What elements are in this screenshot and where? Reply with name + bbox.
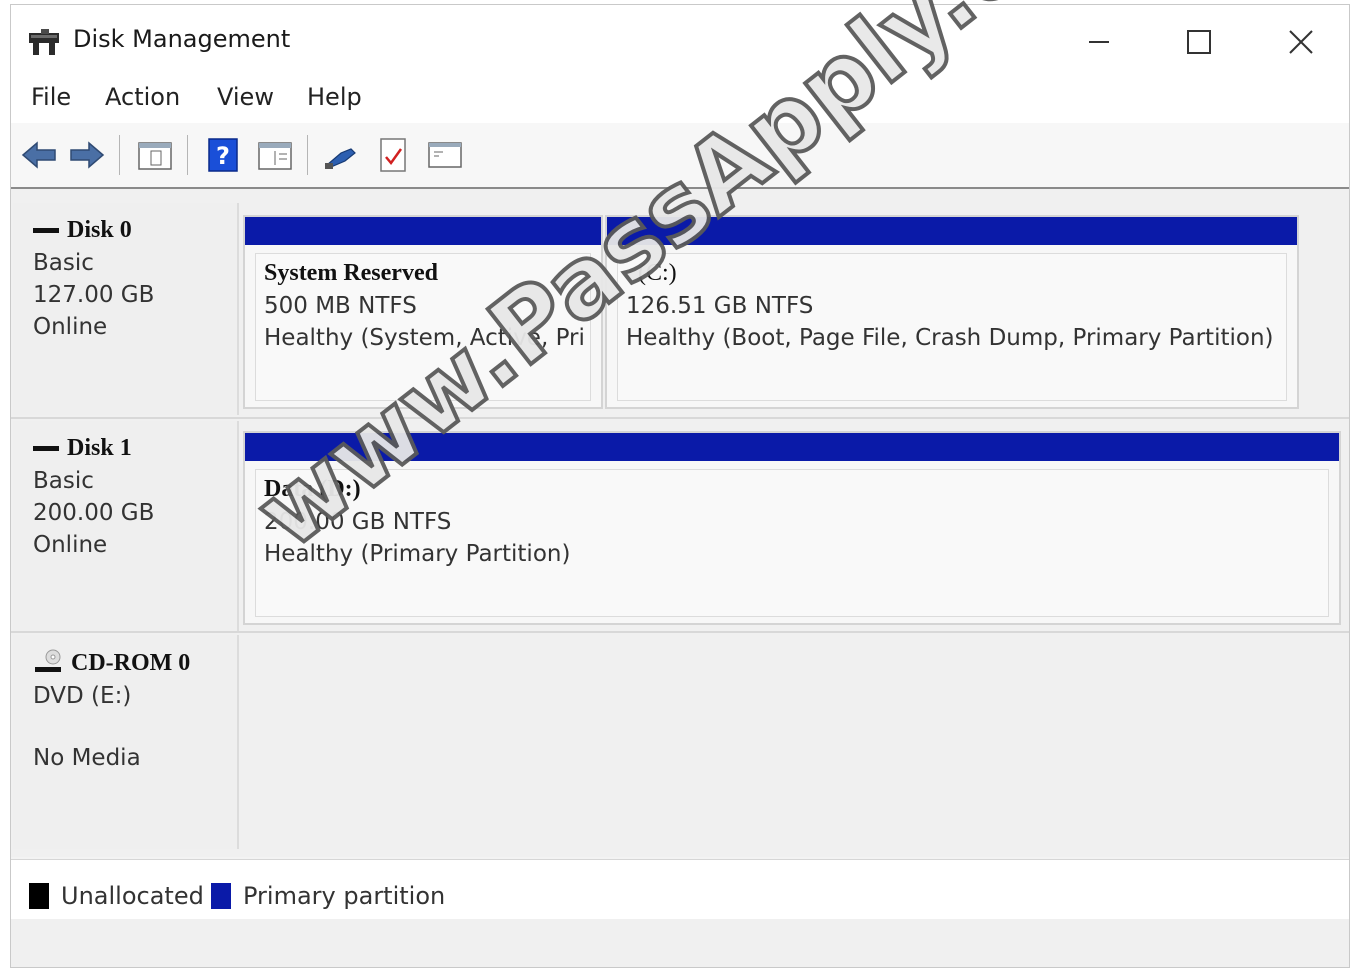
svg-text:?: ? — [216, 142, 230, 170]
partition-health: Healthy (Primary Partition) — [264, 541, 571, 567]
disk-0-size: 127.00 GB — [33, 282, 155, 308]
legend-primary-partition: Primary partition — [211, 882, 445, 910]
cdrom-0-label-row: CD-ROM 0 — [33, 649, 237, 677]
disk-1-type: Basic — [33, 468, 94, 494]
toolbar: ? — [11, 123, 1349, 189]
check-doc-icon[interactable] — [373, 135, 413, 175]
partition-details: (C:) 126.51 GB NTFS Healthy (Boot, Page … — [617, 253, 1287, 401]
minimize-button[interactable] — [1069, 17, 1129, 67]
disk-management-app-icon — [29, 29, 59, 55]
primary-partition-swatch — [211, 883, 231, 909]
status-bar — [11, 919, 1349, 967]
partition-system-reserved[interactable]: System Reserved 500 MB NTFS Healthy (Sys… — [243, 215, 603, 409]
disk-1-name: Disk 1 — [67, 435, 132, 461]
partition-size: 500 MB NTFS — [264, 293, 417, 319]
connect-icon[interactable] — [321, 135, 361, 175]
close-button[interactable] — [1271, 17, 1331, 67]
disk-0-info[interactable]: Disk 0 Basic 127.00 GB Online — [13, 203, 239, 415]
primary-partition-bar — [245, 433, 1339, 461]
partition-size: 126.51 GB NTFS — [626, 293, 814, 319]
menu-view[interactable]: View — [217, 83, 274, 111]
disk-0-status: Online — [33, 314, 108, 340]
menu-action[interactable]: Action — [105, 83, 180, 111]
toolbar-separator — [187, 135, 188, 175]
menu-bar: File Action View Help — [11, 75, 1349, 123]
partition-health: Healthy (System, Active, Pri — [264, 325, 585, 351]
properties-icon[interactable] — [255, 135, 295, 175]
partition-title: Data (D:) — [264, 476, 361, 502]
disk-graphical-view: Disk 0 Basic 127.00 GB Online System Res… — [11, 189, 1349, 857]
cdrom-0-type: DVD (E:) — [33, 683, 132, 709]
legend-unallocated-label: Unallocated — [61, 882, 204, 910]
cdrom-0-info[interactable]: CD-ROM 0 DVD (E:) No Media — [13, 635, 239, 849]
disk-1-status: Online — [33, 532, 108, 558]
partition-details: Data (D:) 200.00 GB NTFS Healthy (Primar… — [255, 469, 1329, 617]
window-icon[interactable] — [425, 135, 465, 175]
disk-icon — [33, 228, 59, 233]
cd-rom-icon — [35, 649, 61, 672]
menu-file[interactable]: File — [31, 83, 71, 111]
disk-1-label-row: Disk 1 — [33, 435, 237, 462]
unallocated-swatch — [29, 883, 49, 909]
disk-0-type: Basic — [33, 250, 94, 276]
forward-arrow-icon[interactable] — [67, 135, 107, 175]
disk-0-name: Disk 0 — [67, 217, 132, 243]
legend-primary-label: Primary partition — [243, 882, 446, 910]
partition-title: (C:) — [638, 260, 677, 286]
toolbar-separator — [119, 135, 120, 175]
primary-partition-bar — [607, 217, 1297, 245]
title-bar: Disk Management — [11, 5, 1349, 75]
partition-health: Healthy (Boot, Page File, Crash Dump, Pr… — [626, 325, 1274, 351]
maximize-button[interactable] — [1169, 17, 1229, 67]
legend-unallocated: Unallocated — [29, 882, 204, 910]
partition-d-drive[interactable]: Data (D:) 200.00 GB NTFS Healthy (Primar… — [243, 431, 1341, 625]
disk-1-size: 200.00 GB — [33, 500, 155, 526]
cdrom-0-status: No Media — [33, 745, 141, 771]
help-icon[interactable]: ? — [203, 135, 243, 175]
menu-help[interactable]: Help — [307, 83, 362, 111]
partition-details: System Reserved 500 MB NTFS Healthy (Sys… — [255, 253, 591, 401]
back-arrow-icon[interactable] — [19, 135, 59, 175]
disk-0-label-row: Disk 0 — [33, 217, 237, 244]
partition-c-drive[interactable]: (C:) 126.51 GB NTFS Healthy (Boot, Page … — [605, 215, 1299, 409]
console-tree-icon[interactable] — [135, 135, 175, 175]
primary-partition-bar — [245, 217, 601, 245]
partition-size: 200.00 GB NTFS — [264, 509, 452, 535]
row-separator — [11, 417, 1349, 419]
partition-title: System Reserved — [264, 260, 438, 286]
row-separator — [11, 631, 1349, 633]
disk-management-window: Disk Management File Action View Help ? … — [10, 4, 1350, 968]
disk-icon — [33, 446, 59, 451]
legend-bar: Unallocated Primary partition — [11, 859, 1349, 921]
cdrom-0-name: CD-ROM 0 — [71, 649, 191, 676]
toolbar-separator — [307, 135, 308, 175]
disk-1-info[interactable]: Disk 1 Basic 200.00 GB Online — [13, 421, 239, 631]
window-title: Disk Management — [73, 25, 291, 53]
